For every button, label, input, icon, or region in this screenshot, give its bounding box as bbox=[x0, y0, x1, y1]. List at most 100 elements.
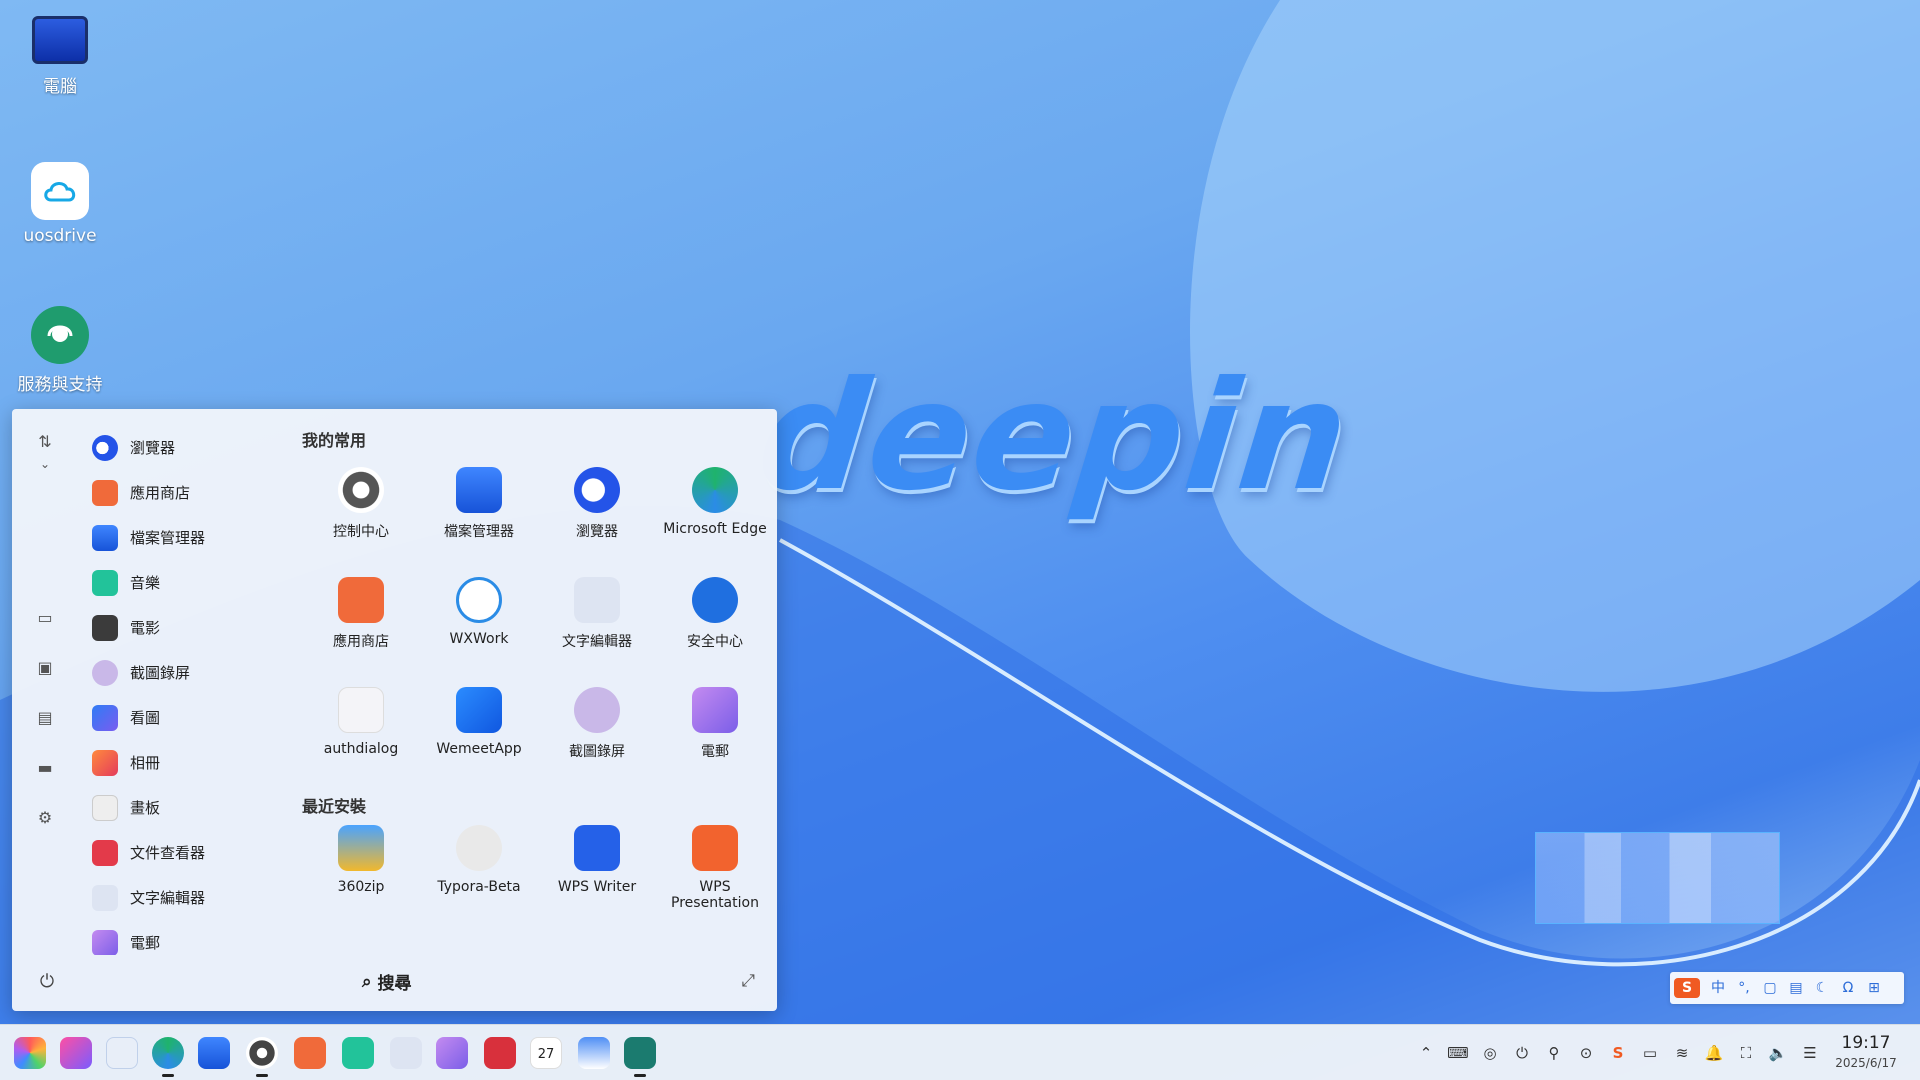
control-center-icon bbox=[338, 467, 384, 513]
grid-app-label: 瀏覽器 bbox=[576, 524, 618, 540]
simplified-icon[interactable]: ▢ bbox=[1760, 978, 1780, 998]
monitor-category-icon[interactable]: ▭ bbox=[34, 607, 56, 629]
sort-icon[interactable]: ⇅ bbox=[34, 431, 56, 453]
image-category-icon[interactable]: ▣ bbox=[34, 657, 56, 679]
app-store-icon bbox=[338, 577, 384, 623]
list-item[interactable]: 應用商店 bbox=[92, 470, 287, 515]
desktop-icon-label: uosdrive bbox=[23, 226, 97, 246]
chevron-down-icon[interactable]: ⌄ bbox=[34, 453, 56, 475]
keyboard-soft-icon[interactable]: ▤ bbox=[1786, 978, 1806, 998]
desktop-icon-computer[interactable]: 電腦 bbox=[0, 16, 120, 97]
grid-app[interactable]: 文字編輯器 bbox=[538, 569, 656, 679]
grid-app[interactable]: authdialog bbox=[302, 679, 420, 789]
list-item[interactable]: 相冊 bbox=[92, 740, 287, 785]
music-icon[interactable] bbox=[342, 1037, 374, 1069]
app-store-icon[interactable] bbox=[294, 1037, 326, 1069]
launcher-window: ⇅ ⌄ ▭ ▣ ▤ ▬ ⚙ 瀏覽器 應用商店 檔案管理器 音樂 電影 截圖錄屏 … bbox=[12, 409, 777, 1011]
system-category-icon[interactable]: ⚙ bbox=[34, 807, 56, 829]
list-item-label: 音樂 bbox=[130, 574, 161, 592]
grid-app[interactable]: 檔案管理器 bbox=[420, 459, 538, 569]
list-item[interactable]: 瀏覽器 bbox=[92, 425, 287, 470]
launcher-icon[interactable] bbox=[14, 1037, 46, 1069]
document-category-icon[interactable]: ▤ bbox=[34, 707, 56, 729]
multitask-icon[interactable] bbox=[60, 1037, 92, 1069]
sogou-tray-icon[interactable]: S bbox=[1607, 1043, 1629, 1063]
display-category-icon[interactable]: ▬ bbox=[34, 757, 56, 779]
search-button[interactable]: ⌕ 搜尋 bbox=[362, 969, 412, 995]
expand-icon[interactable]: ⤢ bbox=[741, 971, 755, 991]
mail-icon bbox=[692, 687, 738, 733]
list-item-label: 文件查看器 bbox=[130, 844, 206, 862]
grid-app-label: WPS Presentation bbox=[671, 879, 759, 911]
fingerprint-icon[interactable]: ◎ bbox=[1479, 1043, 1501, 1063]
favorites-grid: 控制中心 檔案管理器 瀏覽器 Microsoft Edge 應用商店 WXWor… bbox=[302, 459, 772, 789]
file-manager-icon bbox=[456, 467, 502, 513]
grid-app[interactable]: 360zip bbox=[302, 825, 420, 935]
grid-app[interactable]: 瀏覽器 bbox=[538, 459, 656, 569]
desktop-icon-uosdrive[interactable]: uosdrive bbox=[0, 162, 120, 246]
file-manager-icon[interactable] bbox=[198, 1037, 230, 1069]
grid-app[interactable]: Microsoft Edge bbox=[656, 459, 774, 569]
list-item[interactable]: 截圖錄屏 bbox=[92, 650, 287, 695]
grid-app[interactable]: WPS Writer bbox=[538, 825, 656, 935]
search-app-icon[interactable] bbox=[106, 1037, 138, 1069]
grid-app[interactable]: 電郵 bbox=[656, 679, 774, 789]
zip-icon bbox=[338, 825, 384, 871]
grid-app[interactable]: WPS Presentation bbox=[656, 825, 774, 935]
volume-muted-icon[interactable]: 🔈 bbox=[1767, 1043, 1789, 1063]
list-item[interactable]: 文件查看器 bbox=[92, 830, 287, 875]
grid-app[interactable]: 控制中心 bbox=[302, 459, 420, 569]
wifi-icon[interactable]: ≋ bbox=[1671, 1043, 1693, 1063]
grid-app[interactable]: WemeetApp bbox=[420, 679, 538, 789]
usb-icon[interactable]: ⚲ bbox=[1543, 1043, 1565, 1063]
list-item[interactable]: 檔案管理器 bbox=[92, 515, 287, 560]
text-editor-icon bbox=[574, 577, 620, 623]
clock-date[interactable]: 2025/6/17 bbox=[1832, 1056, 1900, 1070]
grid-app-label: WPS Writer bbox=[557, 879, 637, 895]
text-editor-icon[interactable] bbox=[390, 1037, 422, 1069]
calendar-icon[interactable]: 27 bbox=[530, 1037, 562, 1069]
list-item[interactable]: 文字編輯器 bbox=[92, 875, 287, 920]
power-icon[interactable]: ⏻ bbox=[36, 971, 58, 993]
screenshot-tray-icon[interactable]: ⛶ bbox=[1735, 1043, 1757, 1063]
symbol-omega-icon[interactable]: Ω bbox=[1838, 978, 1858, 998]
list-item-label: 電影 bbox=[130, 619, 161, 637]
chevron-up-icon[interactable]: ⌃ bbox=[1415, 1043, 1437, 1063]
list-item[interactable]: 音樂 bbox=[92, 560, 287, 605]
list-item[interactable]: 看圖 bbox=[92, 695, 287, 740]
list-item[interactable]: 電郵 bbox=[92, 920, 287, 955]
running-indicator bbox=[162, 1074, 174, 1077]
installer-icon[interactable] bbox=[624, 1037, 656, 1069]
grid-app[interactable]: Typora-Beta bbox=[420, 825, 538, 935]
grid-app[interactable]: 截圖錄屏 bbox=[538, 679, 656, 789]
list-item[interactable]: 畫板 bbox=[92, 785, 287, 830]
grid-app[interactable]: 安全中心 bbox=[656, 569, 774, 679]
notification-bell-icon[interactable]: 🔔 bbox=[1703, 1043, 1725, 1063]
edge-icon[interactable] bbox=[152, 1037, 184, 1069]
punctuation-icon[interactable]: °, bbox=[1734, 978, 1754, 998]
blurred-region bbox=[1535, 832, 1780, 924]
mail-icon[interactable] bbox=[436, 1037, 468, 1069]
quick-settings-icon[interactable]: ☰ bbox=[1799, 1043, 1821, 1063]
grid-app[interactable]: WXWork bbox=[420, 569, 538, 679]
keyboard-icon[interactable]: ⌨ bbox=[1447, 1043, 1469, 1063]
wps-presentation-icon bbox=[692, 825, 738, 871]
skin-moon-icon[interactable]: ☾ bbox=[1812, 978, 1832, 998]
battery-icon[interactable]: ▭ bbox=[1639, 1043, 1661, 1063]
grid-app-label: WemeetApp bbox=[436, 741, 522, 757]
grid-app[interactable]: 應用商店 bbox=[302, 569, 420, 679]
desktop-icon-support[interactable]: 服務與支持 bbox=[0, 306, 120, 395]
recent-grid: 360zip Typora-Beta WPS Writer WPS Presen… bbox=[302, 825, 772, 935]
sogou-logo-icon[interactable]: S bbox=[1674, 978, 1700, 998]
terminal-icon[interactable] bbox=[484, 1037, 516, 1069]
media-icon[interactable]: ⊙ bbox=[1575, 1043, 1597, 1063]
ime-mode-label[interactable]: 中 bbox=[1708, 978, 1728, 998]
running-indicator bbox=[634, 1074, 646, 1077]
toolbox-icon[interactable]: ⊞ bbox=[1864, 978, 1884, 998]
control-center-icon[interactable] bbox=[246, 1037, 278, 1069]
power-icon[interactable]: ⏻ bbox=[1511, 1043, 1533, 1063]
calculator-icon[interactable] bbox=[578, 1037, 610, 1069]
search-icon: ⌕ bbox=[362, 971, 372, 992]
clock-time[interactable]: 19:17 bbox=[1836, 1033, 1896, 1053]
list-item[interactable]: 電影 bbox=[92, 605, 287, 650]
